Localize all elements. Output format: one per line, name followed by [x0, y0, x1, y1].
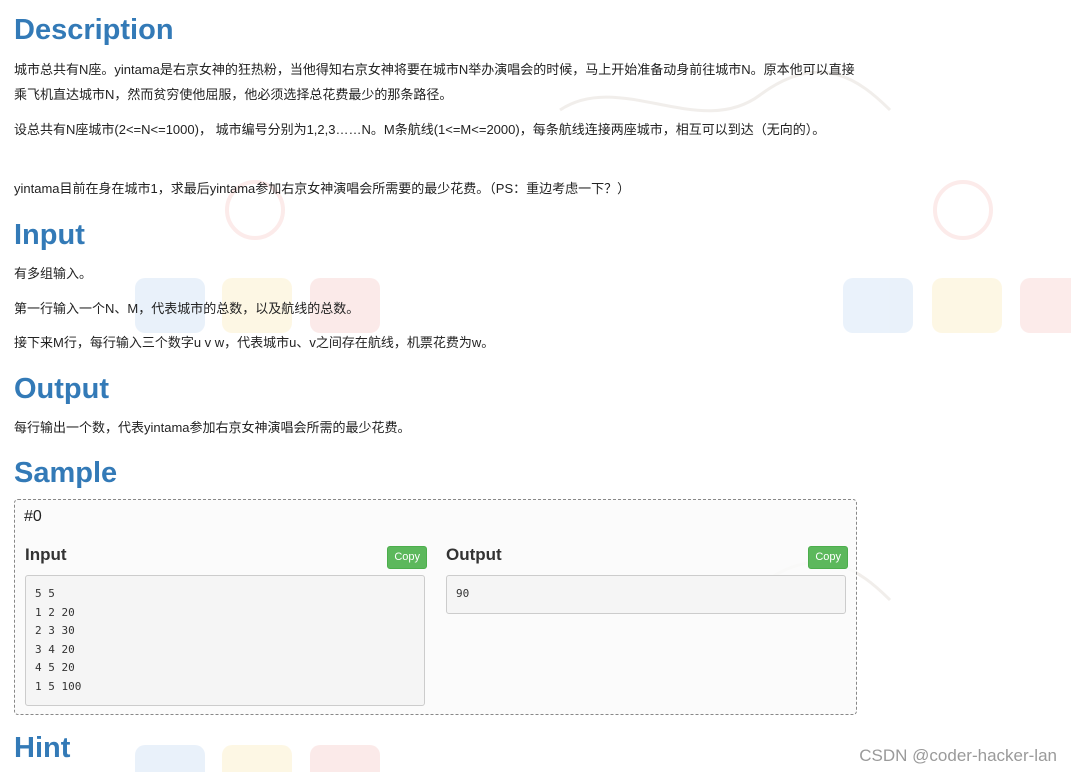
sample-output-panel: Output Copy 90	[446, 544, 848, 614]
input-paragraph: 有多组输入。	[14, 266, 93, 281]
input-paragraph: 第一行输入一个N、M，代表城市的总数，以及航线的总数。	[14, 301, 360, 316]
code-line: 1 2 20	[35, 605, 75, 619]
description-heading: Description	[14, 14, 174, 46]
output-heading: Output	[14, 373, 110, 405]
code-line: 1 5 100	[35, 679, 82, 693]
code-line: 2 3 30	[35, 624, 75, 637]
description-paragraph: 设总共有N座城市(2<=N<=1000)， 城市编号分别为1,2,3……N。M条…	[14, 122, 826, 137]
input-heading: Input	[14, 219, 85, 251]
code-line: 90	[456, 587, 470, 600]
sample-heading: Sample	[14, 457, 118, 489]
code-line: 4 5 20	[35, 661, 75, 674]
copy-output-button[interactable]: Copy	[808, 546, 848, 569]
input-paragraph: 接下来M行，每行输入三个数字u v w，代表城市u、v之间存在航线，机票花费为w…	[14, 335, 495, 350]
sample-input-code[interactable]: 5 5 1 2 20 2 3 30 3 4 20 4 5 20 1 5 100	[25, 575, 425, 706]
copy-input-button[interactable]: Copy	[387, 546, 427, 569]
sample-id: #0	[24, 508, 42, 525]
csdn-watermark: CSDN @coder-hacker-lan	[859, 746, 1057, 765]
description-paragraph: 城市总共有N座。yintama是右京女神的狂热粉，当他得知右京女神将要在城市N举…	[14, 62, 855, 102]
code-line: 5 5	[35, 587, 55, 600]
hint-heading: Hint	[14, 732, 71, 764]
sample-output-title: Output	[446, 545, 502, 564]
output-paragraph: 每行输出一个数，代表yintama参加右京女神演唱会所需的最少花费。	[14, 420, 411, 435]
sample-box: #0 Input Copy 5 5 1 2 20 2 3 30 3 4 20 4…	[14, 499, 857, 715]
sample-input-title: Input	[25, 545, 67, 564]
description-paragraph: yintama目前在身在城市1，求最后yintama参加右京女神演唱会所需要的最…	[14, 181, 631, 196]
code-line: 3 4 20	[35, 642, 75, 656]
sample-output-code[interactable]: 90	[446, 575, 846, 614]
sample-input-panel: Input Copy 5 5 1 2 20 2 3 30 3 4 20 4 5 …	[25, 544, 427, 706]
